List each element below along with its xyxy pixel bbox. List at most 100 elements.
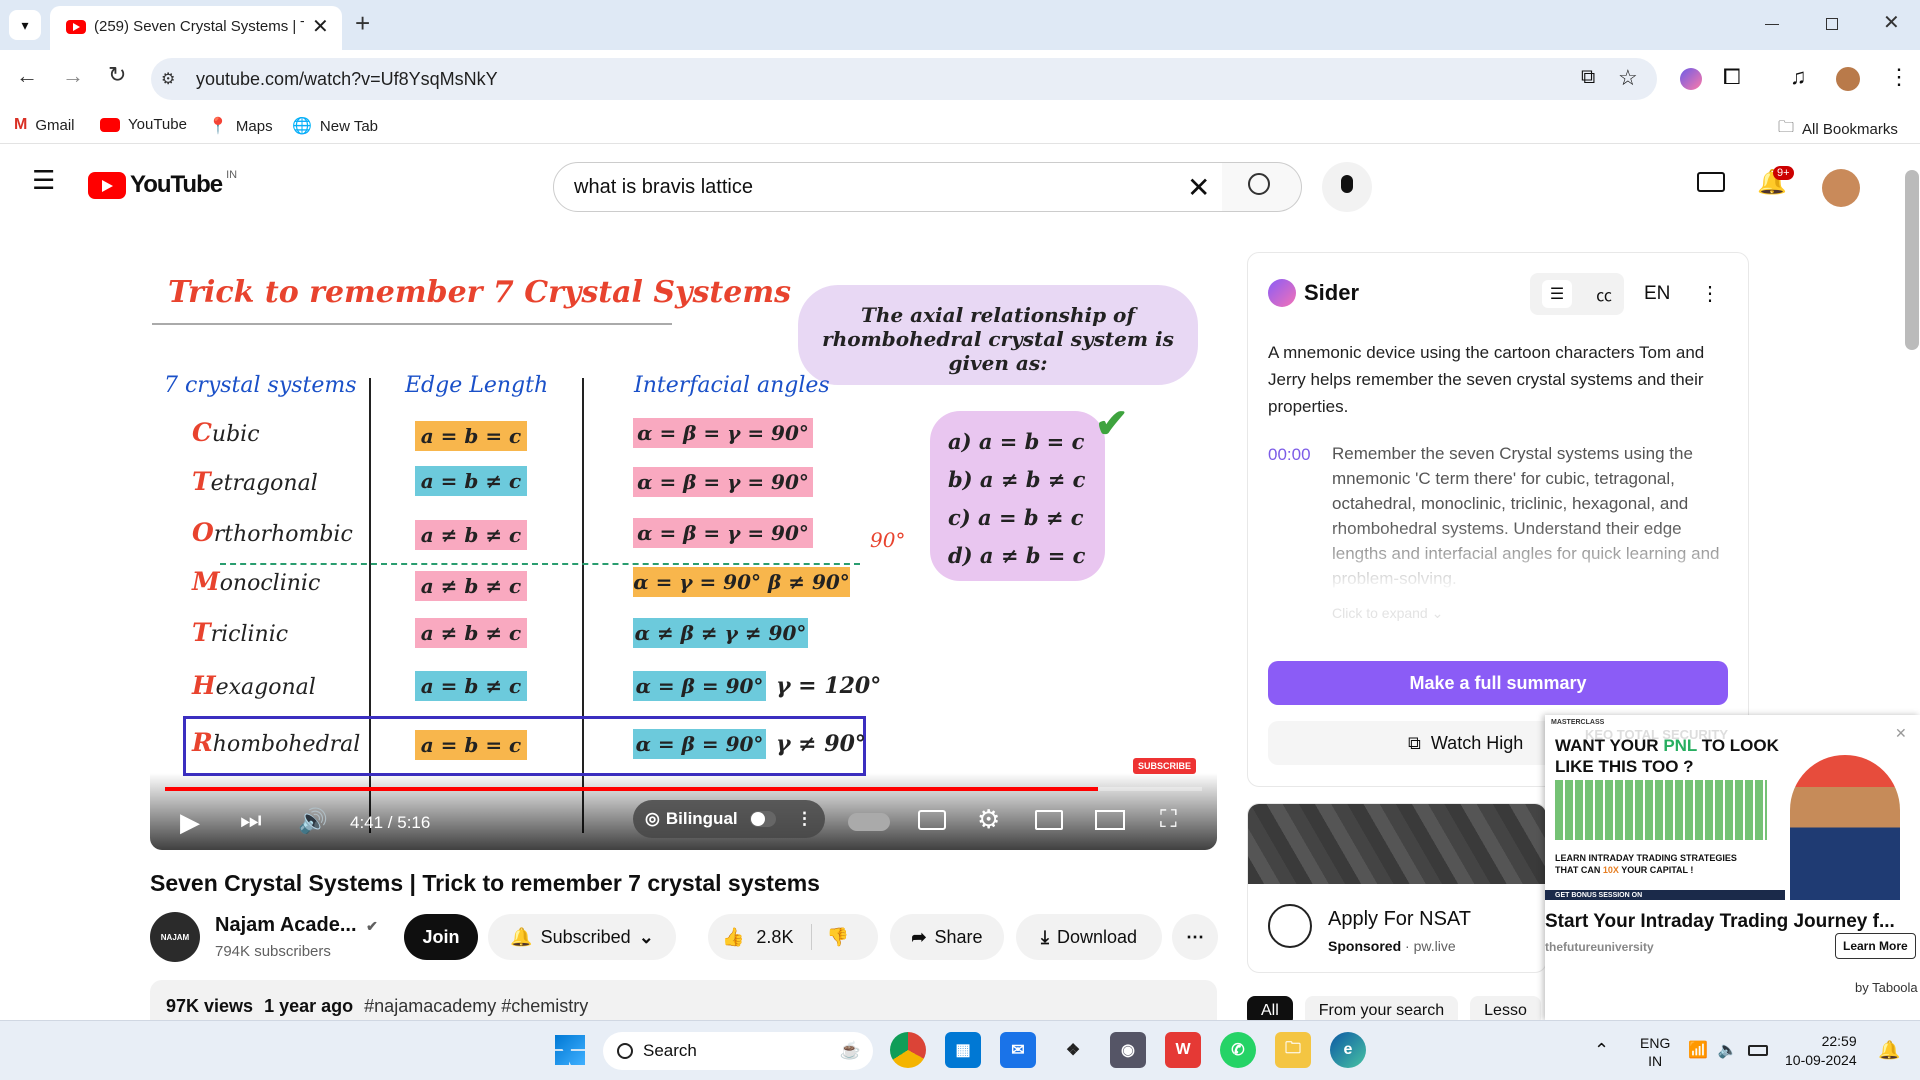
file-explorer-taskbar-icon[interactable]: 🗀 xyxy=(1275,1032,1311,1068)
mail-taskbar-icon[interactable]: ✉ xyxy=(1000,1032,1036,1068)
autoplay-toggle[interactable] xyxy=(848,813,890,831)
sider-timestamp[interactable]: 00:00 xyxy=(1268,445,1311,465)
profile-avatar-icon[interactable] xyxy=(1836,67,1860,91)
full-summary-button[interactable]: Make a full summary xyxy=(1268,661,1728,705)
store-taskbar-icon[interactable]: ▦ xyxy=(945,1032,981,1068)
fullscreen-icon[interactable]: ⛶ xyxy=(1160,806,1177,834)
sider-menu-icon[interactable]: ⋮ xyxy=(1700,281,1720,306)
click-to-expand[interactable]: Click to expand ⌄ xyxy=(1332,605,1443,622)
join-button[interactable]: Join xyxy=(404,914,478,960)
create-video-icon[interactable] xyxy=(1697,172,1725,192)
close-window-button[interactable]: ✕ xyxy=(1883,10,1900,35)
hamburger-menu-icon[interactable]: ☰ xyxy=(32,165,55,196)
taboola-credit[interactable]: by Taboola xyxy=(1855,980,1918,995)
url-text[interactable]: youtube.com/watch?v=Uf8YsqMsNkY xyxy=(196,69,498,90)
clock[interactable]: 22:59 10-09-2024 xyxy=(1785,1032,1857,1070)
edge-tetragonal: a = b ≠ c xyxy=(415,466,527,496)
site-info-icon[interactable]: ⚙ xyxy=(161,69,175,89)
ad-card-nsat[interactable]: Apply For NSAT Sponsored · pw.live xyxy=(1247,803,1547,973)
theater-mode-icon[interactable] xyxy=(1095,810,1125,830)
popup-ad-title[interactable]: Start Your Intraday Trading Journey f... xyxy=(1545,911,1917,933)
bonus-text: GET BONUS SESSION ON xyxy=(1555,892,1643,899)
media-control-icon[interactable]: ♫ xyxy=(1790,64,1807,90)
dropbox-taskbar-icon[interactable]: ❖ xyxy=(1055,1032,1091,1068)
tab-search-button[interactable]: ▾ xyxy=(9,10,41,40)
ad-close-icon[interactable]: ✕ xyxy=(1895,725,1907,742)
extensions-puzzle-icon[interactable]: ⧠ xyxy=(1723,64,1741,90)
language-selector[interactable]: EN xyxy=(1644,283,1670,305)
tray-chevron-icon[interactable]: ⌃ xyxy=(1594,1040,1609,1061)
miniplayer-icon[interactable] xyxy=(1035,810,1063,830)
video-player[interactable]: Trick to remember 7 Crystal Systems The … xyxy=(150,253,1217,850)
bilingual-toggle[interactable]: ◎ Bilingual ⋮ xyxy=(633,800,825,838)
notification-bell-icon[interactable]: 🔔 xyxy=(1878,1040,1900,1061)
sider-view-toggle[interactable]: ☰ ㏄ xyxy=(1530,273,1624,315)
open-in-app-icon[interactable]: ⧉ xyxy=(1581,66,1595,89)
taskbar-search-label: Search xyxy=(643,1041,697,1060)
maximize-button[interactable] xyxy=(1826,18,1838,30)
sider-extension-icon[interactable] xyxy=(1680,68,1702,90)
next-icon[interactable]: ⏭ xyxy=(240,807,262,835)
captions-icon[interactable]: ㏄ xyxy=(1596,282,1612,306)
channel-name[interactable]: Najam Acade... ✔ xyxy=(215,914,378,937)
bookmark-star-icon[interactable]: ☆ xyxy=(1618,65,1638,91)
thumbs-down-icon[interactable]: 👎 xyxy=(826,927,848,948)
minimize-button[interactable] xyxy=(1765,24,1779,25)
list-view-icon[interactable]: ☰ xyxy=(1541,280,1573,308)
hashtags[interactable]: #najamacademy #chemistry xyxy=(364,996,588,1016)
toggle-switch[interactable] xyxy=(749,811,776,827)
video-heading: Trick to remember 7 Crystal Systems xyxy=(168,275,791,310)
video-frame[interactable]: Trick to remember 7 Crystal Systems The … xyxy=(150,253,1217,850)
edge-taskbar-icon[interactable]: e xyxy=(1330,1032,1366,1068)
chrome-taskbar-icon[interactable] xyxy=(890,1032,926,1068)
language-indicator[interactable]: ENG IN xyxy=(1640,1034,1670,1070)
note-90-degrees: 90° xyxy=(870,528,906,552)
youtube-logo[interactable]: YouTube IN xyxy=(88,169,237,199)
subscribed-button[interactable]: 🔔 Subscribed ⌄ xyxy=(488,914,676,960)
progress-bar[interactable] xyxy=(165,787,1202,791)
page-scrollbar[interactable] xyxy=(1905,170,1919,350)
like-button[interactable]: 👍 2.8K 👎 xyxy=(708,914,878,960)
chrome-menu-icon[interactable]: ⋮ xyxy=(1888,64,1910,90)
account-avatar[interactable] xyxy=(1822,169,1860,207)
play-icon[interactable]: ▶ xyxy=(180,807,200,838)
taskbar-search[interactable]: Search ☕ xyxy=(603,1032,873,1070)
clear-search-icon[interactable]: ✕ xyxy=(1187,171,1210,204)
more-options-icon[interactable]: ⋮ xyxy=(796,809,813,829)
whatsapp-taskbar-icon[interactable]: ✆ xyxy=(1220,1032,1256,1068)
tab-close-icon[interactable]: ✕ xyxy=(312,14,329,39)
search-query[interactable]: what is bravis lattice xyxy=(574,176,753,199)
share-button[interactable]: ➦ Share xyxy=(890,914,1004,960)
search-button[interactable] xyxy=(1222,162,1302,212)
vpn-taskbar-icon[interactable]: ◉ xyxy=(1110,1032,1146,1068)
new-tab-button[interactable]: + xyxy=(355,8,370,39)
popup-ad[interactable]: MASTERCLASS KEO TOTAL SECURITY ✕ WANT YO… xyxy=(1545,715,1920,1020)
channel-name-text[interactable]: Najam Acade... xyxy=(215,914,357,936)
subscribe-watermark[interactable]: SUBSCRIBE xyxy=(1133,758,1197,774)
browser-tab[interactable]: (259) Seven Crystal Systems | Tr ✕ xyxy=(50,6,342,50)
download-button[interactable]: ⤓ Download xyxy=(1016,914,1162,960)
reload-icon[interactable]: ↻ xyxy=(108,62,126,88)
bookmark-maps[interactable]: 📍 Maps xyxy=(208,116,273,136)
forward-arrow-icon[interactable]: → xyxy=(62,63,84,89)
settings-gear-icon[interactable]: ⚙ xyxy=(977,804,1000,835)
channel-avatar[interactable]: NAJAM xyxy=(150,912,200,962)
bookmark-new-tab[interactable]: 🌐 New Tab xyxy=(292,116,378,136)
popup-ad-image[interactable]: MASTERCLASS KEO TOTAL SECURITY ✕ WANT YO… xyxy=(1545,715,1920,900)
learn-more-button[interactable]: Learn More xyxy=(1835,933,1916,959)
subtitles-icon[interactable] xyxy=(918,810,946,830)
back-arrow-icon[interactable]: ← xyxy=(16,63,38,89)
learn-part: THAT CAN xyxy=(1555,865,1601,875)
wps-taskbar-icon[interactable]: W xyxy=(1165,1032,1201,1068)
bookmark-gmail[interactable]: M Gmail xyxy=(14,116,75,134)
system-tray[interactable]: 📶 🔈 xyxy=(1688,1040,1768,1060)
voice-search-button[interactable] xyxy=(1322,162,1372,212)
all-bookmarks[interactable]: 🗀 All Bookmarks xyxy=(1778,116,1898,143)
volume-icon[interactable]: 🔊 xyxy=(298,807,328,836)
address-bar[interactable]: ⚙ youtube.com/watch?v=Uf8YsqMsNkY ⧉ ☆ xyxy=(151,58,1657,100)
more-actions-button[interactable]: ⋯ xyxy=(1172,914,1218,960)
bookmark-youtube[interactable]: YouTube xyxy=(100,116,187,133)
search-input[interactable]: what is bravis lattice ✕ xyxy=(553,162,1223,212)
ad-title[interactable]: Apply For NSAT xyxy=(1328,908,1471,931)
notifications-button[interactable]: 🔔 9+ xyxy=(1757,166,1794,197)
